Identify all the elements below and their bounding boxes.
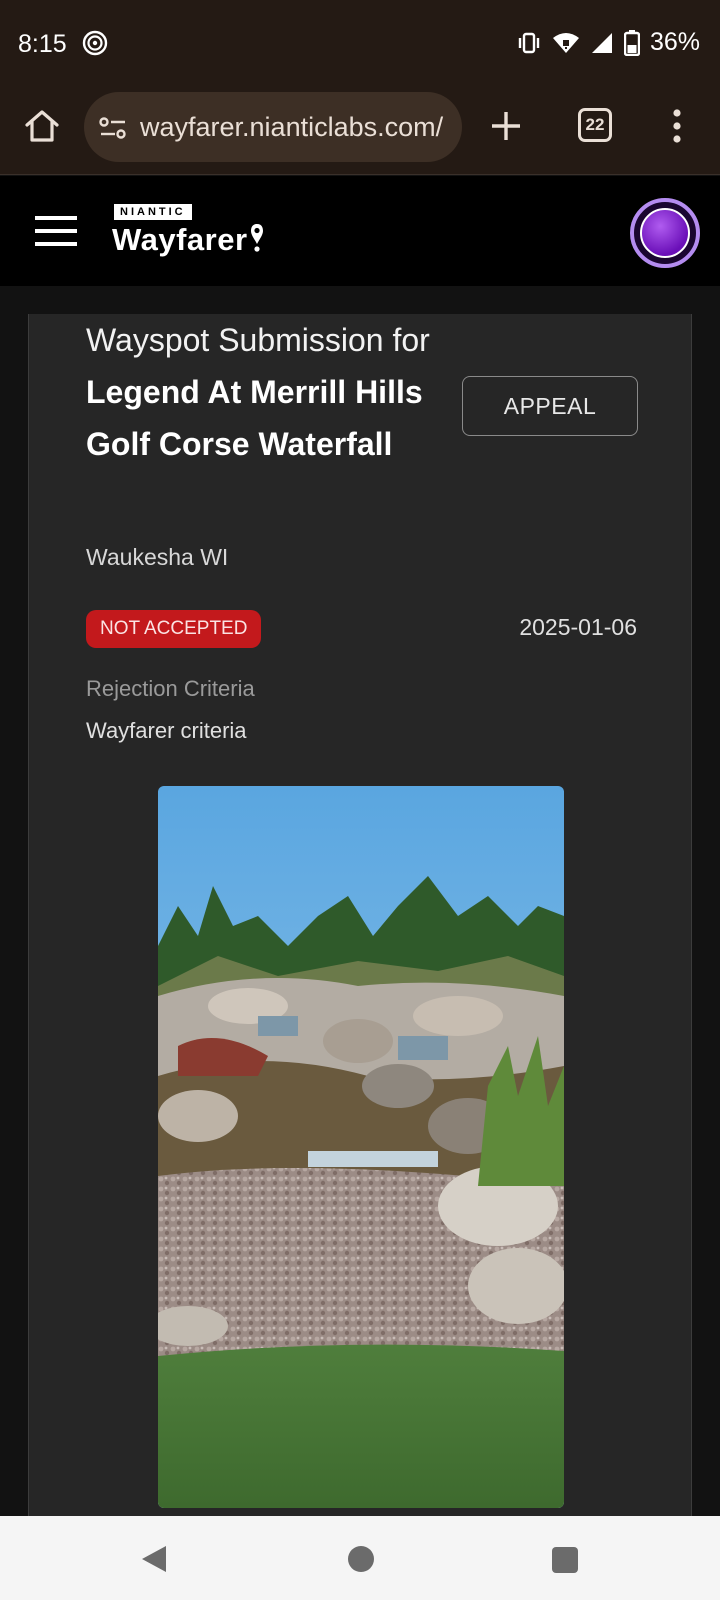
title-name: Legend At Merrill Hills Golf Corse Water… <box>86 374 423 462</box>
status-time: 8:15 <box>18 30 67 58</box>
signal-icon <box>591 32 612 53</box>
rejection-criteria-value: Wayfarer criteria <box>86 718 247 743</box>
home-nav-icon[interactable] <box>348 1546 374 1572</box>
system-nav-bar <box>0 1516 720 1600</box>
wifi-icon <box>552 32 579 53</box>
new-tab-icon[interactable] <box>488 108 524 144</box>
battery-percent: 36% <box>649 28 700 56</box>
submission-card: Wayspot Submission for Legend At Merrill… <box>28 314 692 1516</box>
content-area[interactable]: Wayspot Submission for Legend At Merrill… <box>0 286 720 1516</box>
fingerprint-icon <box>82 30 108 56</box>
battery-icon <box>623 29 640 56</box>
hamburger-menu-icon[interactable] <box>35 216 77 246</box>
browser-toolbar: wayfarer.nianticlabs.com/ 22 <box>0 86 720 175</box>
appeal-button[interactable]: APPEAL <box>462 376 638 436</box>
app-header: NIANTIC Wayfarer <box>0 176 720 286</box>
more-vert-icon[interactable] <box>662 106 692 146</box>
location-text: Waukesha WI <box>86 544 229 570</box>
vibrate-icon <box>518 32 540 53</box>
avatar <box>640 208 690 258</box>
tab-count: 22 <box>585 115 605 134</box>
status-icons: 36% <box>516 28 700 57</box>
site-settings-icon[interactable] <box>98 115 128 141</box>
submission-photo[interactable] <box>158 786 564 1508</box>
niantic-logo: NIANTIC <box>114 204 192 220</box>
back-icon[interactable] <box>140 1544 168 1574</box>
status-bar: 8:15 36% <box>0 0 720 86</box>
brand-name: Wayfarer <box>112 222 248 257</box>
recents-icon[interactable] <box>552 1547 578 1573</box>
address-bar[interactable]: wayfarer.nianticlabs.com/ <box>84 92 462 162</box>
title-prefix: Wayspot Submission for <box>86 322 430 358</box>
home-icon[interactable] <box>22 106 62 146</box>
rejection-criteria-label: Rejection Criteria <box>86 676 255 701</box>
user-avatar[interactable] <box>630 198 700 268</box>
tabs-icon[interactable]: 22 <box>578 108 612 142</box>
url-text[interactable]: wayfarer.nianticlabs.com/ <box>140 112 443 143</box>
submission-title: Wayspot Submission for Legend At Merrill… <box>86 314 446 470</box>
submission-date: 2025-01-06 <box>519 614 637 640</box>
status-badge: NOT ACCEPTED <box>86 610 262 648</box>
wayfarer-logo[interactable]: Wayfarer <box>112 222 265 258</box>
pin-icon <box>250 224 263 252</box>
